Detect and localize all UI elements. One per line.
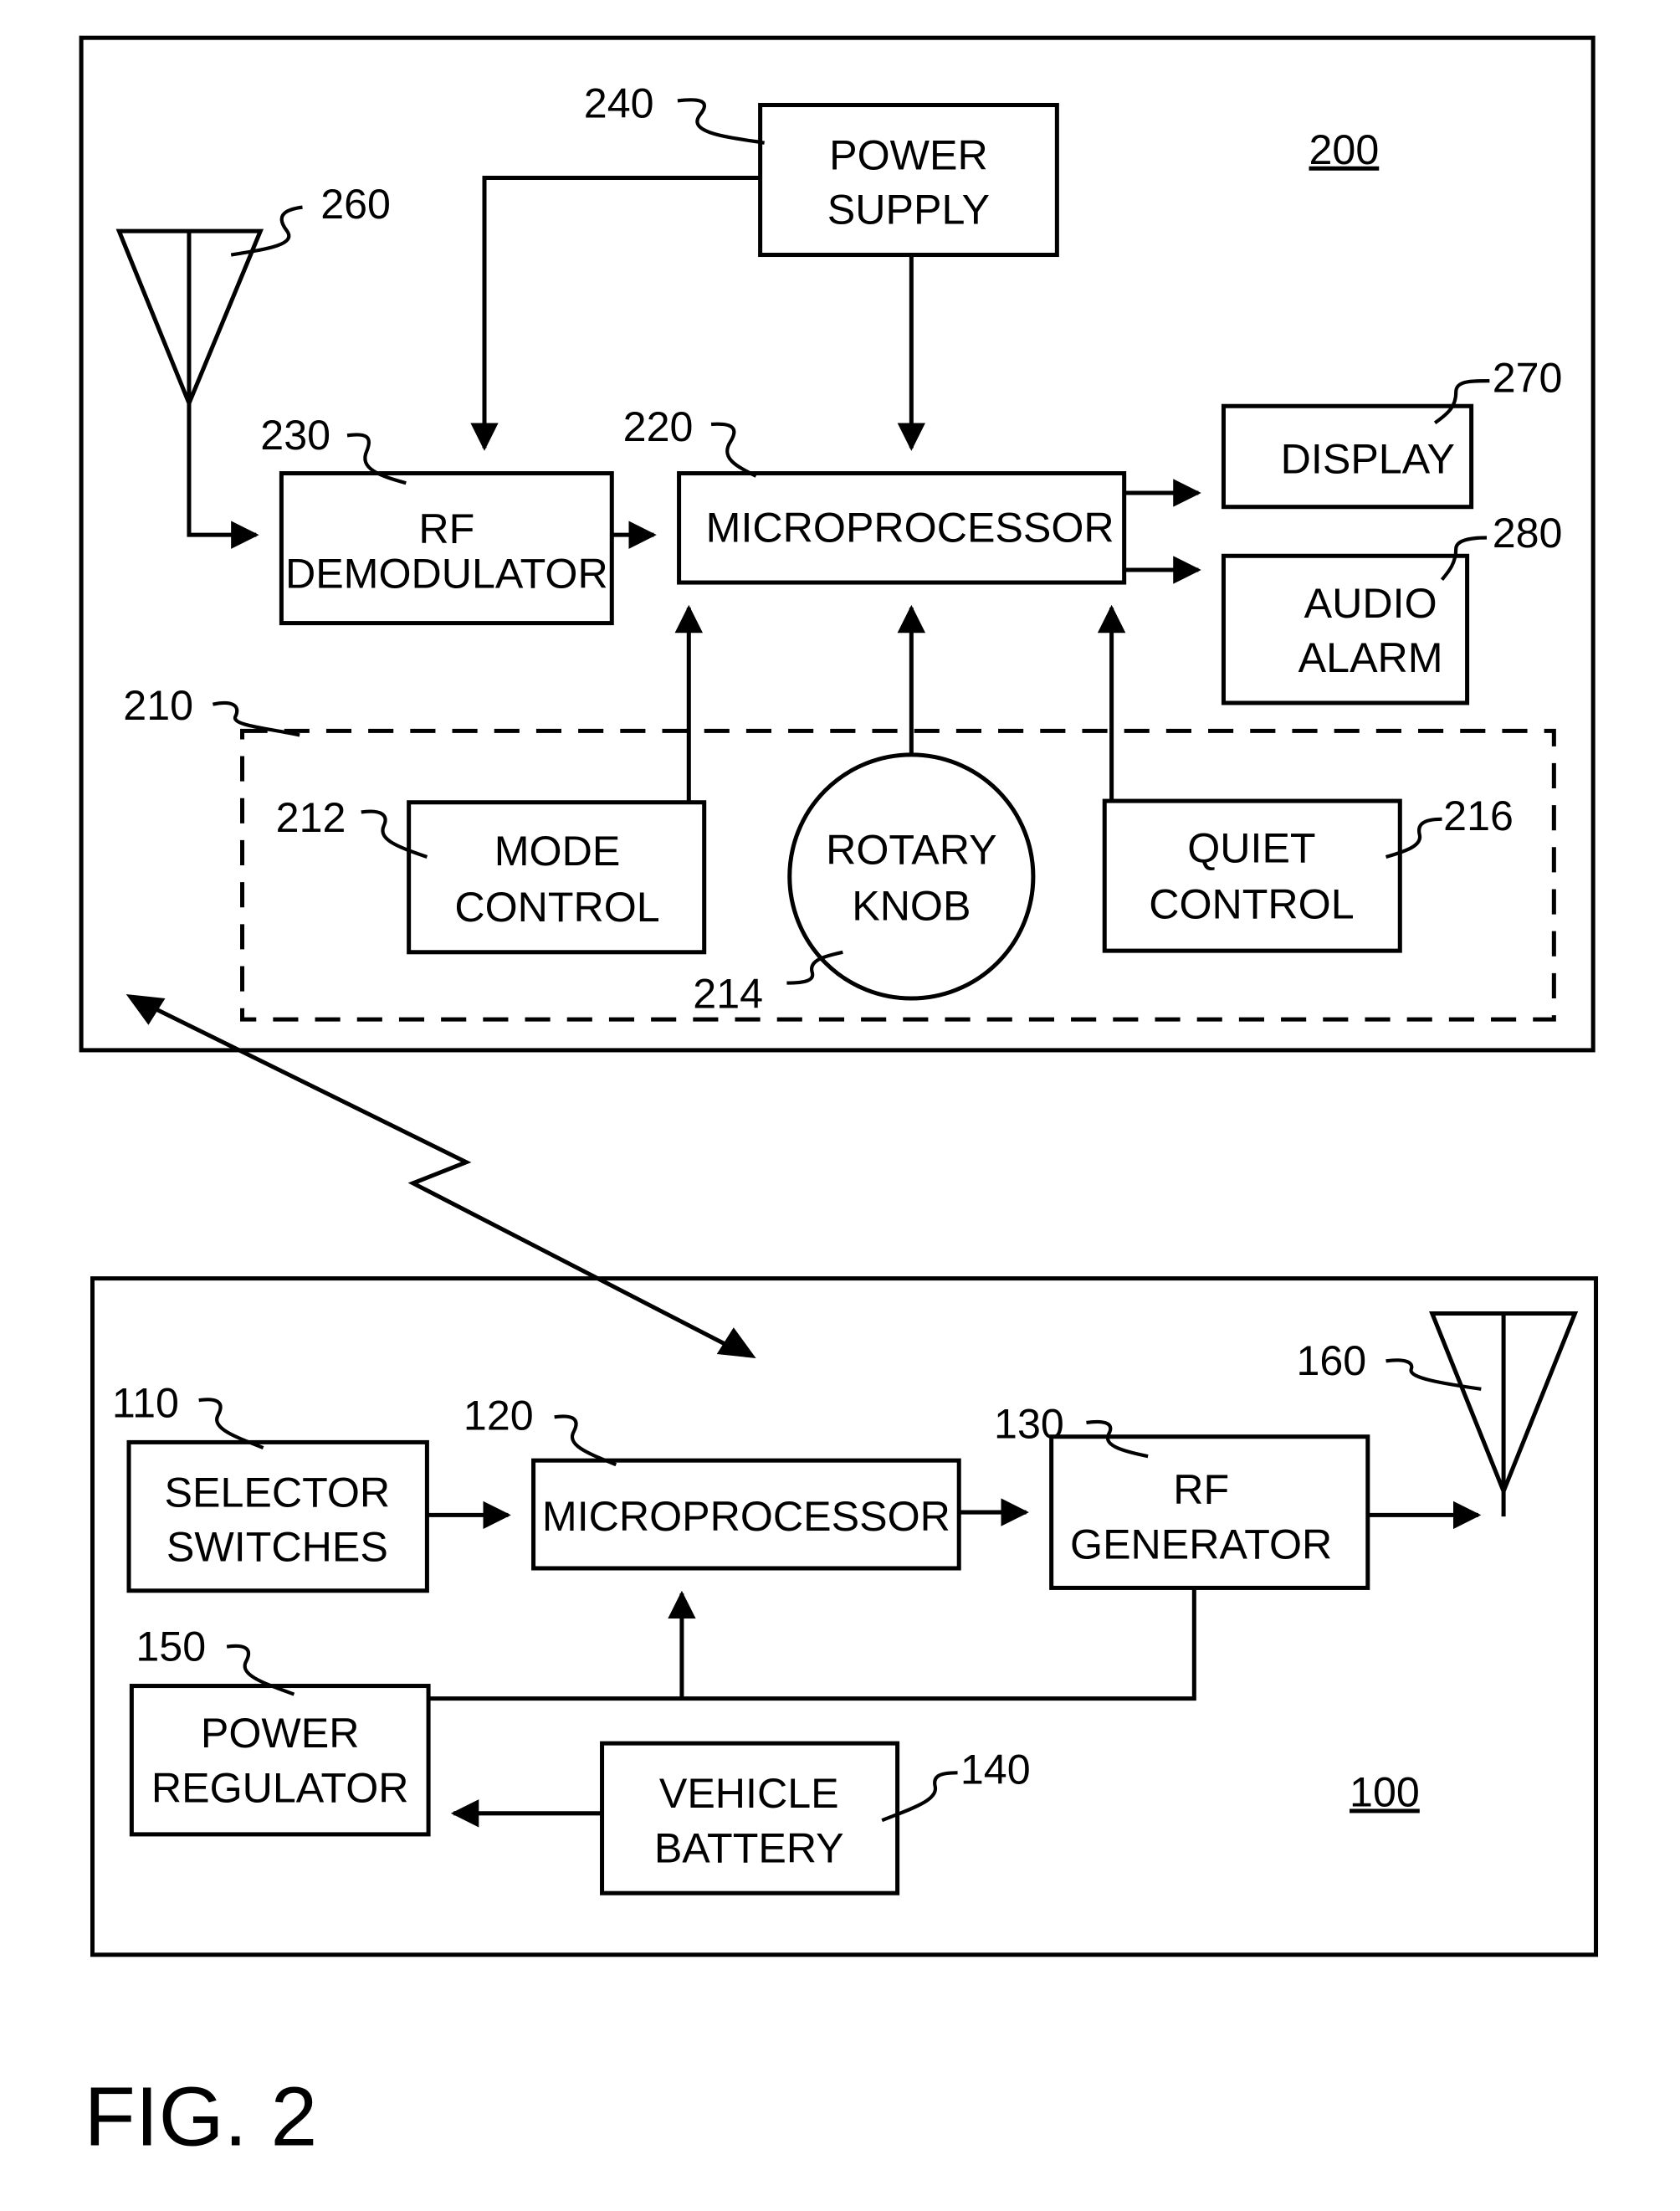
fig2-block-diagram: 200 POWER SUPPLY 240 260 RF DEMODULATOR …	[79, 35, 1599, 2163]
power-supply-block: POWER SUPPLY 240	[584, 80, 1059, 258]
selector-switches-ref: 110	[112, 1379, 179, 1426]
audio-alarm-label-1: AUDIO	[1304, 580, 1437, 627]
audio-alarm-leader	[1440, 536, 1488, 582]
receiver-connections	[187, 175, 1201, 803]
rf-demodulator-ref: 230	[260, 412, 330, 459]
rotary-knob-leader	[786, 950, 843, 985]
antenna-icon	[115, 228, 264, 409]
rf-generator-label-2: GENERATOR	[1070, 1521, 1332, 1567]
transmitter-microprocessor-label: MICROPROCESSOR	[542, 1493, 950, 1540]
vehicle-battery-label-1: VEHICLE	[659, 1770, 839, 1817]
quiet-control-leader	[1385, 817, 1442, 859]
receiver-unit: 200 POWER SUPPLY 240 260 RF DEMODULATOR …	[79, 35, 1595, 1053]
display-leader	[1433, 379, 1490, 425]
quiet-control-ref: 216	[1443, 793, 1514, 839]
figure-label: FIG. 2	[84, 2070, 317, 2163]
transmitter-antenna-leader	[1385, 1358, 1482, 1391]
receiver-antenna: 260	[115, 181, 391, 409]
display-block: DISPLAY 270	[1221, 354, 1563, 510]
power-regulator-block: POWER REGULATOR 150	[129, 1623, 431, 1837]
mode-control-leader	[361, 809, 428, 859]
power-supply-label-1: POWER	[829, 131, 988, 178]
mode-control-label-2: CONTROL	[454, 884, 659, 931]
power-regulator-ref: 150	[136, 1623, 206, 1670]
antenna-ref: 260	[320, 181, 391, 228]
rf-generator-block: RF GENERATOR 130	[994, 1400, 1370, 1590]
power-supply-leader	[677, 98, 765, 145]
rf-demodulator-block: RF DEMODULATOR 230	[260, 412, 614, 626]
vehicle-battery-leader	[881, 1771, 958, 1823]
power-supply-ref: 240	[584, 80, 654, 127]
rf-demodulator-label-1: RF	[418, 505, 474, 552]
rf-generator-leader	[1086, 1419, 1149, 1459]
mode-control-block: MODE CONTROL 212	[276, 794, 707, 955]
transmitter-microprocessor-leader	[554, 1414, 617, 1467]
transmitter-microprocessor-ref: 120	[464, 1392, 534, 1439]
transmitter-ref: 100	[1350, 1768, 1420, 1815]
receiver-microprocessor-block: MICROPROCESSOR 220	[623, 403, 1127, 585]
transmitter-outline	[90, 1276, 1599, 1957]
selector-switches-block: SELECTOR SWITCHES 110	[112, 1379, 429, 1593]
mode-control-ref: 212	[276, 794, 346, 841]
display-ref: 270	[1493, 354, 1563, 401]
audio-alarm-block: AUDIO ALARM 280	[1221, 510, 1563, 705]
quiet-control-label-2: CONTROL	[1149, 881, 1354, 928]
display-label: DISPLAY	[1281, 436, 1455, 483]
rf-generator-ref: 130	[994, 1400, 1064, 1447]
rf-demodulator-leader	[346, 433, 407, 485]
power-regulator-label-1: POWER	[201, 1710, 360, 1757]
wireless-link-icon	[153, 1006, 732, 1349]
controls-group-ref: 210	[123, 682, 193, 729]
wire-antenna-to-demodulator	[187, 403, 259, 549]
receiver-microprocessor-leader	[710, 422, 757, 478]
audio-alarm-label-2: ALARM	[1298, 634, 1443, 681]
transmitter-antenna: 160	[1296, 1311, 1579, 1517]
vehicle-battery-ref: 140	[960, 1747, 1031, 1793]
transmitter-antenna-ref: 160	[1296, 1337, 1366, 1384]
power-supply-label-2: SUPPLY	[827, 187, 990, 233]
rotary-knob-label-2: KNOB	[852, 882, 971, 929]
receiver-ref: 200	[1309, 126, 1380, 173]
receiver-microprocessor-ref: 220	[623, 403, 694, 450]
transmitter-unit: 100 SELECTOR SWITCHES 110 MICROPROCESSOR…	[90, 1276, 1599, 1957]
rotary-knob-ref: 214	[693, 971, 763, 1018]
rotary-knob-label-1: ROTARY	[826, 826, 997, 873]
transmitter-microprocessor-block: MICROPROCESSOR 120	[464, 1392, 961, 1571]
rotary-knob-icon	[787, 752, 1036, 1001]
rf-demodulator-label-2: DEMODULATOR	[285, 551, 608, 598]
vehicle-battery-label-2: BATTERY	[654, 1824, 844, 1871]
controls-group: 210 MODE CONTROL 212 ROTARY KNOB 214 QUI…	[123, 682, 1556, 1022]
receiver-microprocessor-label: MICROPROCESSOR	[706, 505, 1114, 551]
selector-switches-label-1: SELECTOR	[165, 1469, 391, 1516]
antenna-icon	[1429, 1311, 1579, 1517]
rotary-knob-block: ROTARY KNOB 214	[693, 752, 1036, 1018]
vehicle-battery-block: VEHICLE BATTERY 140	[600, 1741, 1031, 1896]
power-regulator-label-2: REGULATOR	[151, 1764, 409, 1811]
audio-alarm-ref: 280	[1493, 510, 1563, 557]
rf-generator-label-1: RF	[1173, 1466, 1229, 1513]
quiet-control-label-1: QUIET	[1187, 825, 1315, 872]
wire-power-bus	[428, 1588, 1196, 1701]
selector-switches-label-2: SWITCHES	[166, 1524, 388, 1571]
controls-group-outline	[240, 728, 1556, 1022]
mode-control-label-1: MODE	[494, 828, 621, 875]
quiet-control-block: QUIET CONTROL 216	[1102, 793, 1514, 953]
